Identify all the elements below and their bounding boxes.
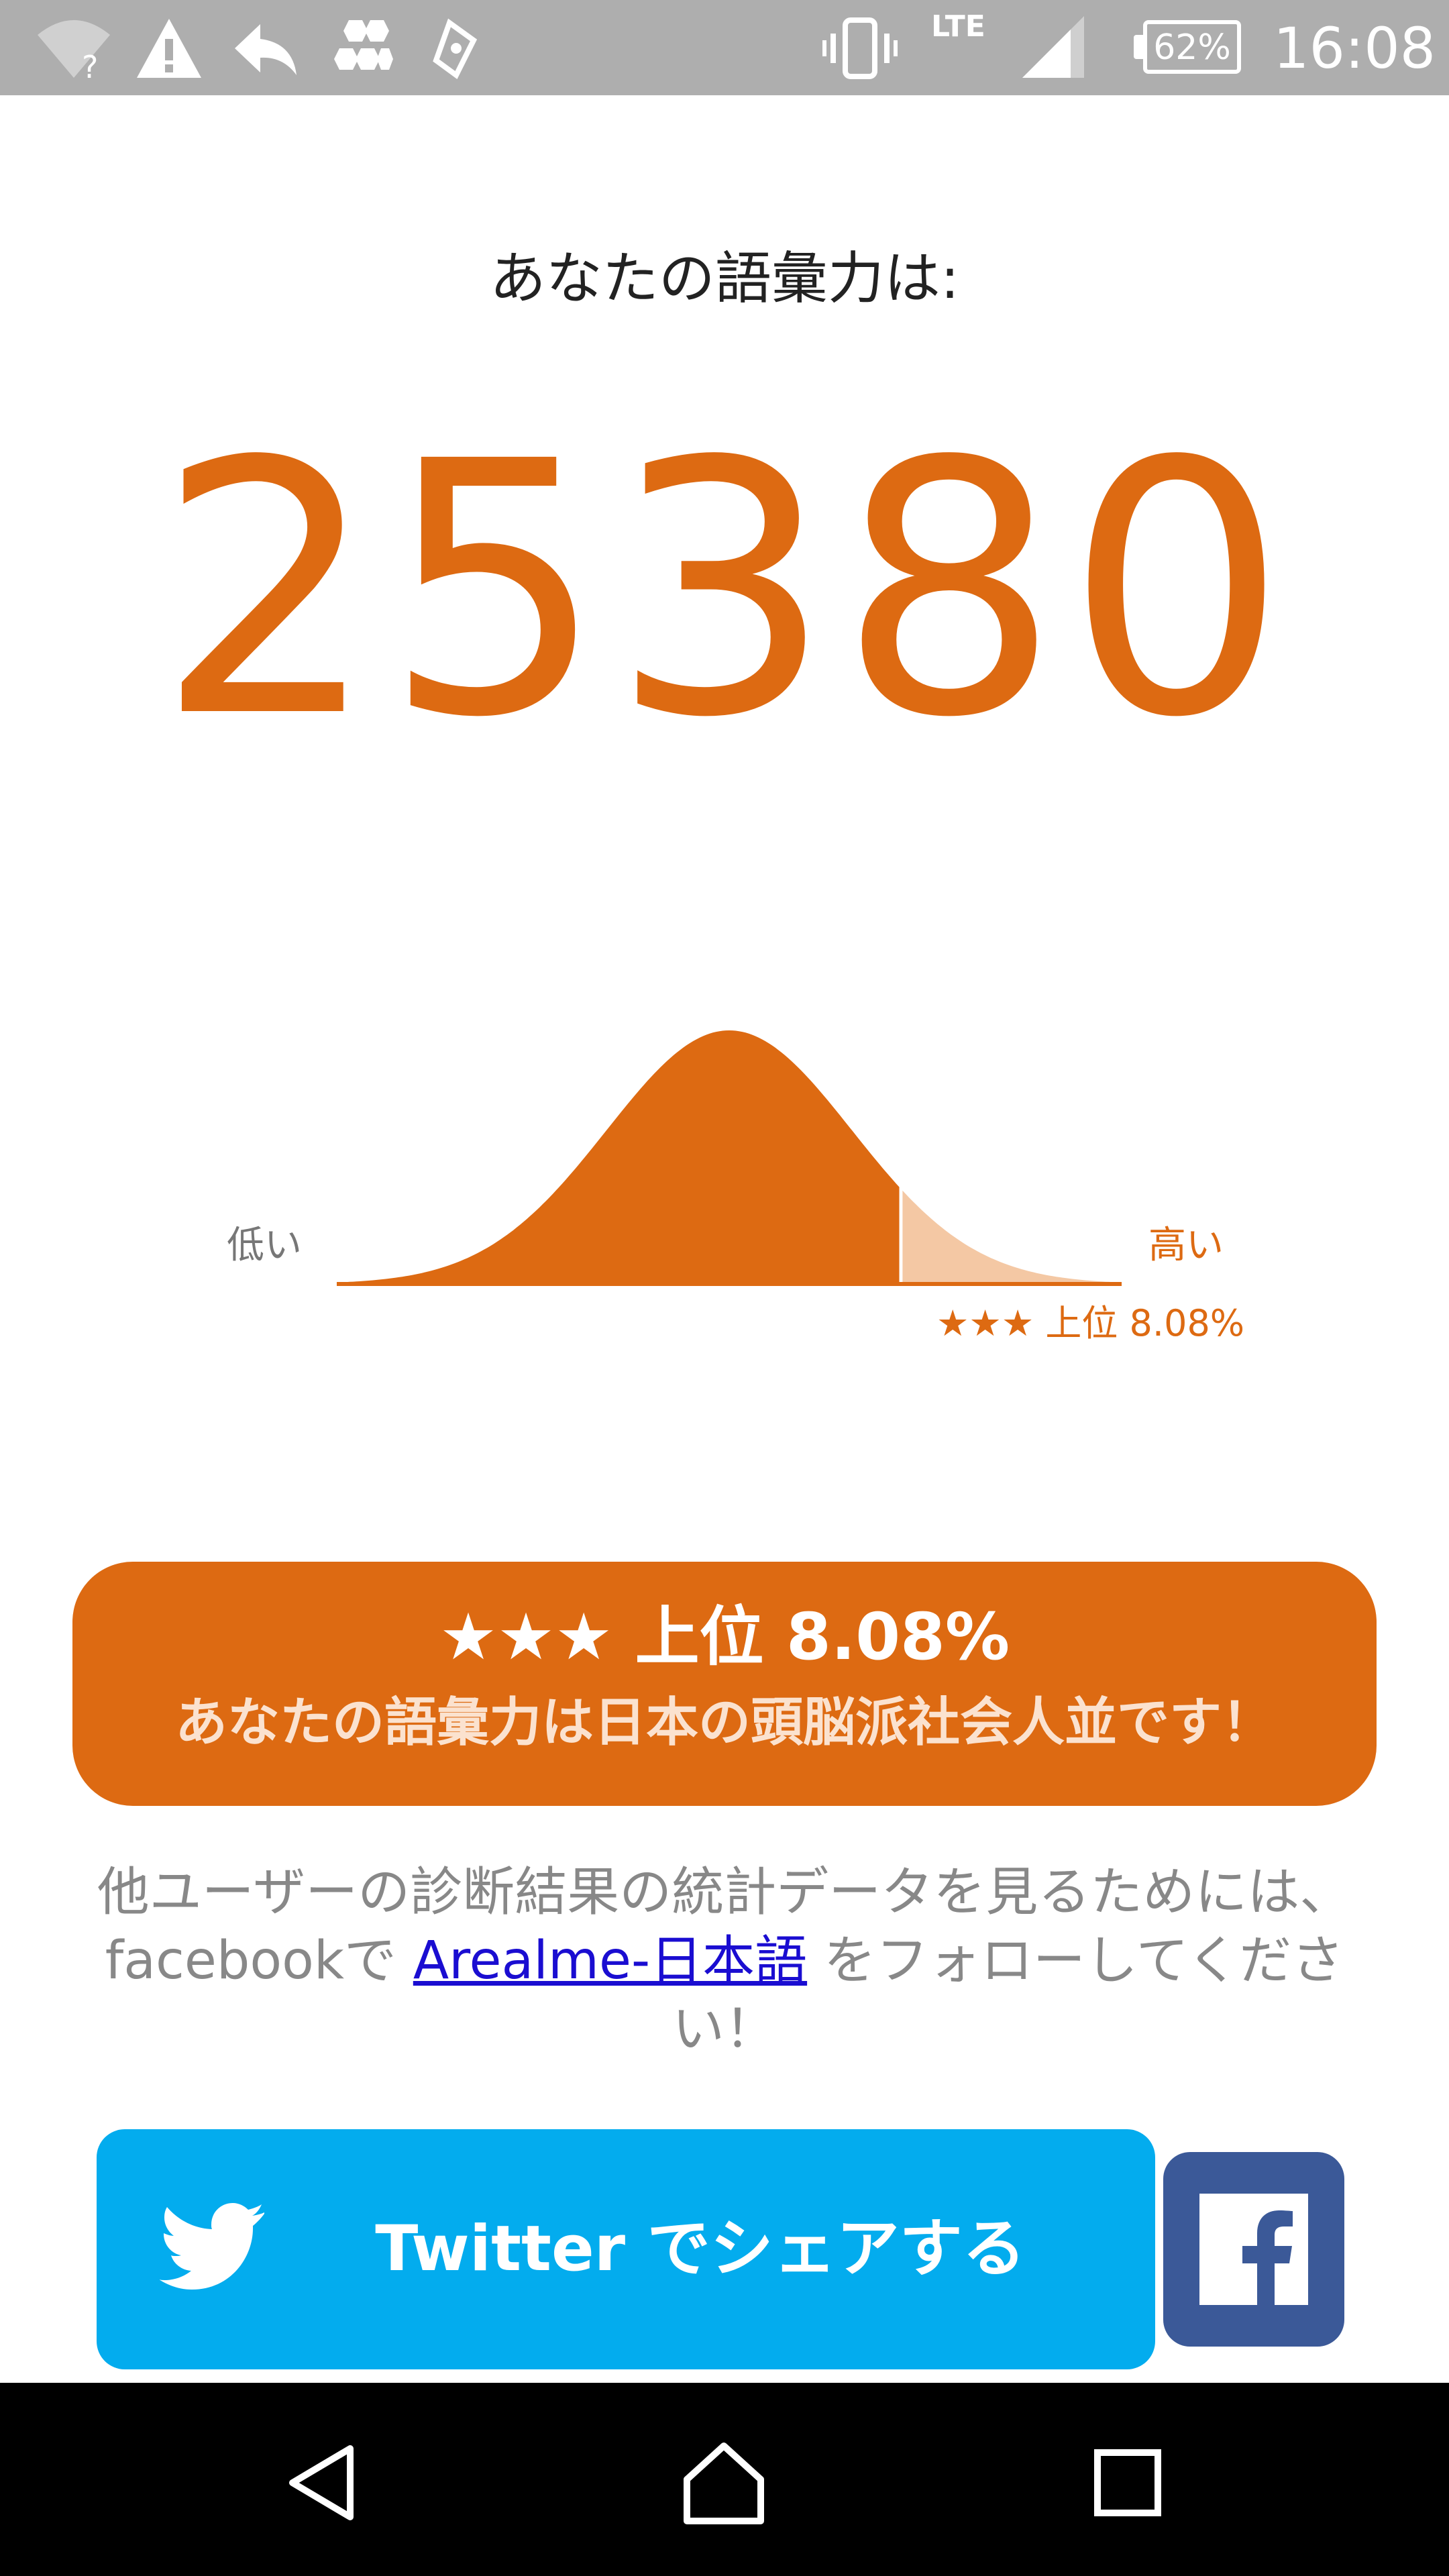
navigation-bar: [0, 2383, 1449, 2576]
twitter-bird-icon: [160, 2203, 264, 2290]
warning-icon: [134, 13, 204, 83]
rank-indicator: ★★★ 上位 8.08%: [936, 1302, 1245, 1344]
axis-label-low: 低い: [227, 1224, 302, 1267]
result-heading: あなたの語彙力は:: [489, 246, 960, 311]
facebook-share-button[interactable]: [1163, 2152, 1344, 2347]
twitter-share-label: Twitter でシェアする: [375, 2212, 1026, 2286]
twitter-share-button[interactable]: Twitter でシェアする: [97, 2129, 1155, 2369]
status-bar: ? LTE 62% 16:08: [0, 0, 1449, 95]
clock: 16:08: [1273, 15, 1436, 81]
screen: ? LTE 62% 16:08 あなたの語彙力は: 25380 低い 高い ★★…: [0, 0, 1449, 2576]
axis-label-high: 高い: [1148, 1224, 1224, 1267]
facebook-page-link[interactable]: Arealme-日本語: [413, 1931, 807, 1991]
home-icon[interactable]: [680, 2439, 767, 2526]
result-rank: ★★★ 上位 8.08%: [439, 1599, 1010, 1674]
signal-icon: [1020, 13, 1087, 83]
wifi-unknown-icon: ?: [35, 13, 113, 83]
vibrate-icon: [821, 13, 899, 83]
ticket-icon: [429, 13, 483, 83]
battery-percent: 62%: [1153, 28, 1231, 68]
network-type: LTE: [931, 9, 985, 44]
distribution-curve: [337, 1030, 1122, 1286]
back-icon[interactable]: [280, 2439, 368, 2526]
curve-area-main: [337, 1030, 900, 1284]
recents-icon[interactable]: [1084, 2439, 1171, 2526]
result-card: ★★★ 上位 8.08% あなたの語彙力は日本の頭脳派社会人並です！: [72, 1562, 1377, 1806]
follow-message: 他ユーザーの診断結果の統計データを見るためには、facebookで Arealm…: [80, 1858, 1368, 2063]
reply-icon: [231, 13, 301, 83]
hexagons-icon: [329, 13, 398, 83]
battery-icon: 62%: [1134, 20, 1245, 76]
vocabulary-score: 25380: [156, 387, 1293, 794]
curve-area-top-percent: [902, 1190, 1122, 1284]
svg-text:?: ?: [82, 49, 98, 83]
facebook-icon: [1199, 2194, 1308, 2305]
result-message: あなたの語彙力は日本の頭脳派社会人並です！: [174, 1693, 1274, 1753]
